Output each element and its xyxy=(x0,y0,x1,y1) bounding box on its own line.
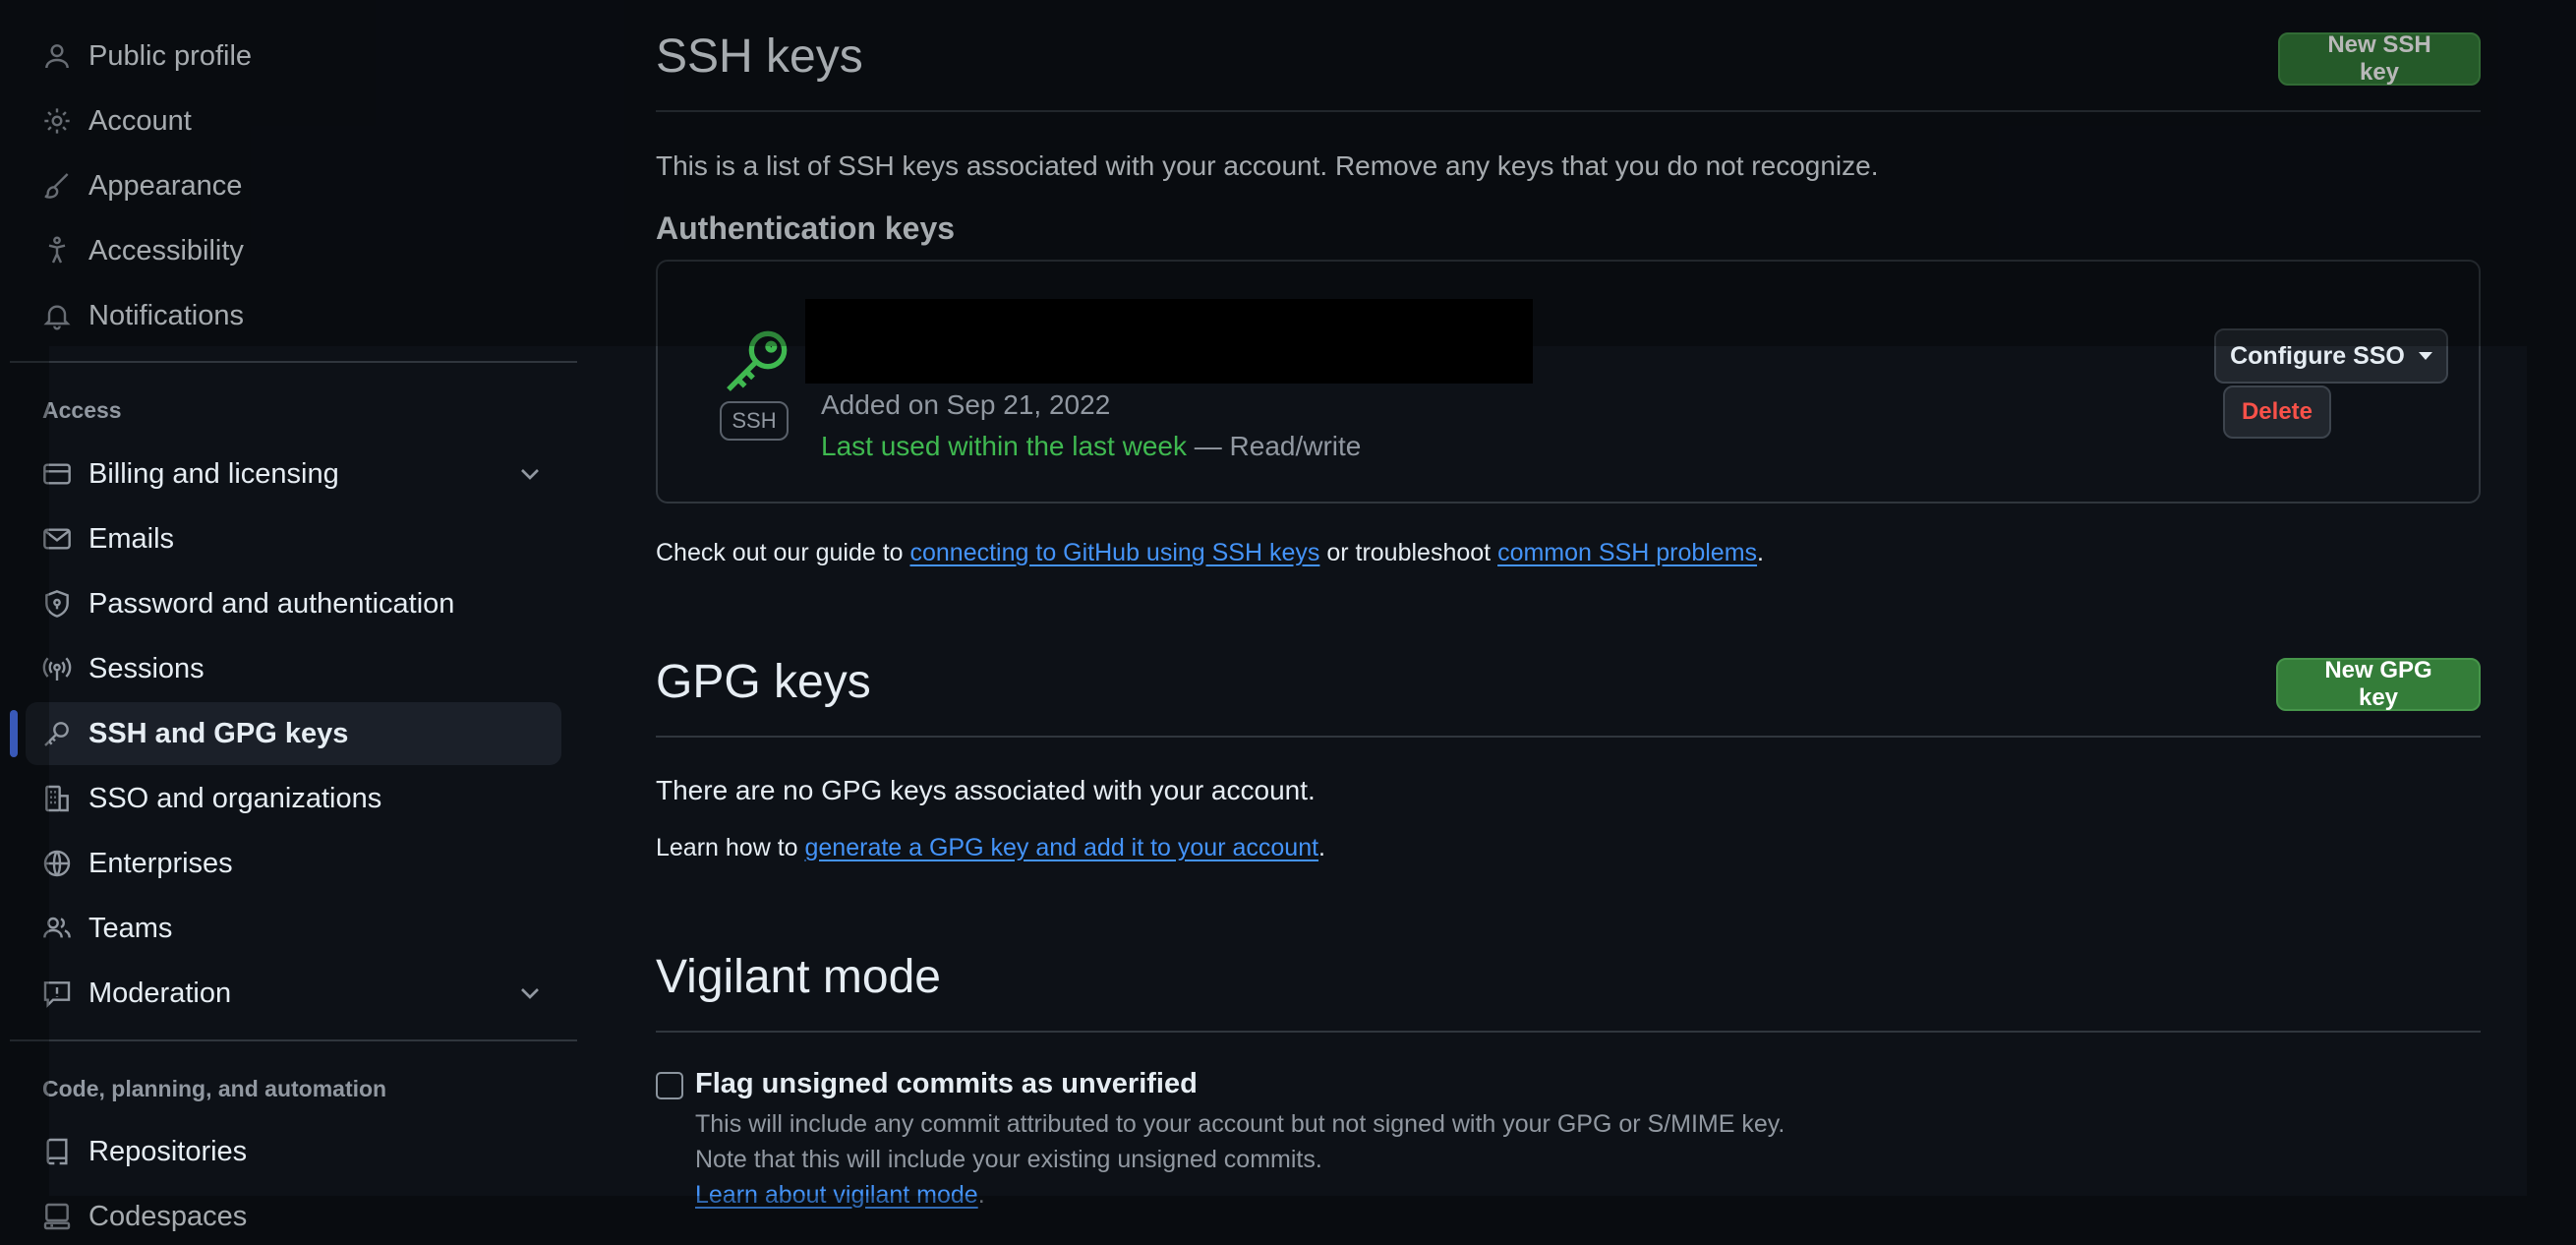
sidebar-item-label: SSO and organizations xyxy=(88,782,382,814)
sidebar-divider xyxy=(10,361,577,363)
configure-sso-label: Configure SSO xyxy=(2230,341,2405,370)
sidebar-item-billing[interactable]: Billing and licensing xyxy=(26,443,561,505)
sidebar-item-moderation[interactable]: Moderation xyxy=(26,962,561,1025)
accessibility-icon xyxy=(26,219,88,282)
generate-gpg-key-link[interactable]: generate a GPG key and add it to your ac… xyxy=(805,834,1319,861)
learn-prefix: Learn how to xyxy=(656,834,805,861)
sidebar-item-label: Notifications xyxy=(88,299,244,331)
learn-vigilant-mode-link[interactable]: Learn about vigilant mode xyxy=(695,1181,978,1209)
flag-unsigned-commits-checkbox[interactable] xyxy=(656,1072,683,1099)
sidebar-item-label: Billing and licensing xyxy=(88,457,339,490)
sidebar-divider xyxy=(10,1039,577,1041)
new-gpg-key-button[interactable]: New GPG key xyxy=(2276,657,2481,711)
vigilant-learn-text: Learn about vigilant mode. xyxy=(695,1181,985,1210)
sidebar-item-label: Codespaces xyxy=(88,1200,248,1232)
vigilant-description-1: This will include any commit attributed … xyxy=(695,1110,1786,1138)
vigilant-mode-title: Vigilant mode xyxy=(656,951,941,1003)
sidebar-item-accessibility[interactable]: Accessibility xyxy=(26,219,561,282)
sidebar-item-label: SSH and GPG keys xyxy=(88,717,349,749)
gear-icon xyxy=(26,89,88,152)
globe-icon xyxy=(26,832,88,895)
sidebar-item-codespaces[interactable]: Codespaces xyxy=(26,1185,561,1245)
redacted-key-title xyxy=(805,299,1533,384)
repo-icon xyxy=(26,1120,88,1183)
sidebar-item-teams[interactable]: Teams xyxy=(26,897,561,960)
mail-icon xyxy=(26,507,88,570)
ssh-description: This is a list of SSH keys associated wi… xyxy=(656,150,1879,181)
settings-sidebar: Public profile Account Appearance Access… xyxy=(0,0,590,1245)
chevron-down-icon[interactable] xyxy=(514,458,546,490)
sidebar-item-ssh-gpg-keys[interactable]: SSH and GPG keys xyxy=(26,702,561,765)
gpg-learn-text: Learn how to generate a GPG key and add … xyxy=(656,834,1325,862)
section-divider xyxy=(656,110,2481,112)
codespaces-icon xyxy=(26,1185,88,1245)
sidebar-item-emails[interactable]: Emails xyxy=(26,507,561,570)
sidebar-item-password-authentication[interactable]: Password and authentication xyxy=(26,572,561,635)
last-used-status: Last used within the last week xyxy=(821,431,1187,461)
sidebar-item-label: Emails xyxy=(88,522,175,555)
guide-suffix: . xyxy=(1757,539,1764,566)
sidebar-item-label: Accessibility xyxy=(88,234,244,267)
screen-shade xyxy=(2527,346,2576,1196)
ssh-badge: SSH xyxy=(720,401,789,441)
sidebar-item-label: Enterprises xyxy=(88,847,233,879)
configure-sso-button[interactable]: Configure SSO xyxy=(2214,328,2448,384)
learn-suffix: . xyxy=(977,1181,985,1209)
person-icon xyxy=(26,25,88,88)
report-icon xyxy=(26,962,88,1025)
ssh-connect-guide-link[interactable]: connecting to GitHub using SSH keys xyxy=(910,539,1320,566)
ssh-keys-title: SSH keys xyxy=(656,30,863,83)
sidebar-item-label: Public profile xyxy=(88,39,253,72)
sidebar-item-label: Teams xyxy=(88,912,173,944)
ssh-problems-link[interactable]: common SSH problems xyxy=(1497,539,1757,566)
people-icon xyxy=(26,897,88,960)
flag-unsigned-commits-label[interactable]: Flag unsigned commits as unverified xyxy=(695,1068,1198,1100)
section-divider xyxy=(656,736,2481,738)
sidebar-item-public-profile[interactable]: Public profile xyxy=(26,25,561,88)
sidebar-item-notifications[interactable]: Notifications xyxy=(26,284,561,347)
sidebar-item-sso-organizations[interactable]: SSO and organizations xyxy=(26,767,561,830)
guide-middle: or troubleshoot xyxy=(1319,539,1498,566)
active-indicator xyxy=(10,710,18,757)
caret-down-icon xyxy=(2418,352,2432,360)
key-last-used: Last used within the last week — Read/wr… xyxy=(821,431,1361,462)
sidebar-item-sessions[interactable]: Sessions xyxy=(26,637,561,700)
vigilant-description-2: Note that this will include your existin… xyxy=(695,1146,1322,1173)
key-access-level: — Read/write xyxy=(1186,431,1362,461)
shield-lock-icon xyxy=(26,572,88,635)
sidebar-section-access: Access xyxy=(42,397,122,423)
sidebar-item-label: Appearance xyxy=(88,169,243,202)
sidebar-item-label: Password and authentication xyxy=(88,587,455,620)
learn-suffix: . xyxy=(1318,834,1325,861)
sidebar-item-enterprises[interactable]: Enterprises xyxy=(26,832,561,895)
delete-key-button[interactable]: Delete xyxy=(2223,385,2331,439)
sidebar-section-code: Code, planning, and automation xyxy=(42,1076,387,1101)
sidebar-item-label: Account xyxy=(88,104,192,137)
sidebar-item-label: Moderation xyxy=(88,977,232,1009)
bell-icon xyxy=(26,284,88,347)
authentication-keys-heading: Authentication keys xyxy=(656,210,956,246)
chevron-down-icon[interactable] xyxy=(514,978,546,1009)
section-divider xyxy=(656,1031,2481,1033)
sidebar-item-account[interactable]: Account xyxy=(26,89,561,152)
paintbrush-icon xyxy=(26,154,88,217)
sidebar-item-label: Sessions xyxy=(88,652,205,684)
key-added-date: Added on Sep 21, 2022 xyxy=(821,389,1111,420)
sidebar-item-label: Repositories xyxy=(88,1135,248,1167)
gpg-empty-message: There are no GPG keys associated with yo… xyxy=(656,775,1316,805)
sidebar-item-appearance[interactable]: Appearance xyxy=(26,154,561,217)
key-icon xyxy=(727,330,788,391)
broadcast-icon xyxy=(26,637,88,700)
guide-prefix: Check out our guide to xyxy=(656,539,910,566)
gpg-keys-title: GPG keys xyxy=(656,656,871,708)
ssh-key-row: SSH Added on Sep 21, 2022 Last used with… xyxy=(656,260,2481,504)
new-ssh-key-button[interactable]: New SSH key xyxy=(2278,31,2481,86)
ssh-guide-text: Check out our guide to connecting to Git… xyxy=(656,539,1764,567)
key-icon xyxy=(26,702,88,765)
organization-icon xyxy=(26,767,88,830)
credit-card-icon xyxy=(26,443,88,505)
sidebar-item-repositories[interactable]: Repositories xyxy=(26,1120,561,1183)
